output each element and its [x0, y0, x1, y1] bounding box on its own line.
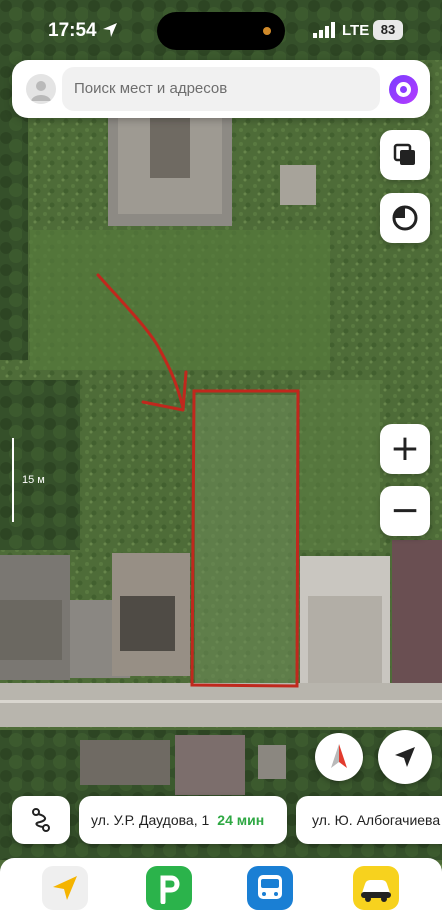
- suggestion-travel-time: 24 мин: [217, 812, 265, 828]
- suggestion-chip[interactable]: ул. Ю. Албогачиева: [296, 796, 442, 844]
- scale-label: 15 м: [22, 474, 45, 486]
- satellite-map[interactable]: [0, 0, 442, 910]
- network-type: LTE: [342, 22, 370, 39]
- my-location-button[interactable]: [378, 730, 432, 784]
- compass-icon: [331, 744, 347, 768]
- compass-button[interactable]: [315, 733, 363, 781]
- map-style-icon: [392, 205, 418, 231]
- layers-icon: [393, 143, 415, 165]
- layers-button[interactable]: [380, 130, 430, 180]
- route-button[interactable]: [12, 796, 70, 844]
- my-location-icon: [395, 747, 415, 767]
- profile-avatar[interactable]: [26, 74, 56, 104]
- search-bar[interactable]: Поиск мест и адресов: [12, 60, 430, 118]
- suggestion-chip[interactable]: ул. У.Р. Даудова, 1 24 мин: [79, 796, 287, 844]
- search-input[interactable]: Поиск мест и адресов: [62, 67, 380, 111]
- navigator-icon: [53, 876, 77, 900]
- taxi-app-button[interactable]: [353, 866, 399, 910]
- zoom-out-button[interactable]: −: [380, 486, 430, 536]
- map-style-button[interactable]: [380, 193, 430, 243]
- map-imagery: [0, 0, 442, 910]
- voice-assistant-icon[interactable]: [389, 75, 418, 104]
- signal-icon: [313, 22, 335, 38]
- parking-icon: [160, 875, 180, 904]
- suggestion-address: ул. Ю. Албогачиева: [312, 812, 441, 828]
- status-bar: 17:54 LTE 83: [0, 0, 442, 60]
- location-arrow-icon: [103, 23, 117, 37]
- parking-app-button[interactable]: [146, 866, 192, 910]
- scale-ruler: [12, 438, 14, 522]
- transport-icon: [258, 875, 282, 899]
- app-dock: [0, 858, 442, 910]
- navigator-app-button[interactable]: [42, 866, 88, 910]
- suggestion-address: ул. У.Р. Даудова, 1: [91, 812, 210, 828]
- route-icon: [32, 808, 50, 832]
- transport-app-button[interactable]: [247, 866, 293, 910]
- minus-icon: −: [389, 490, 421, 531]
- dynamic-island: [157, 12, 285, 50]
- island-indicator-icon: [263, 27, 271, 35]
- battery-indicator: 83: [373, 20, 403, 40]
- plus-icon: +: [389, 428, 421, 469]
- taxi-icon: [361, 880, 391, 902]
- zoom-in-button[interactable]: +: [380, 424, 430, 474]
- user-icon: [31, 81, 51, 101]
- status-time: 17:54: [48, 20, 97, 41]
